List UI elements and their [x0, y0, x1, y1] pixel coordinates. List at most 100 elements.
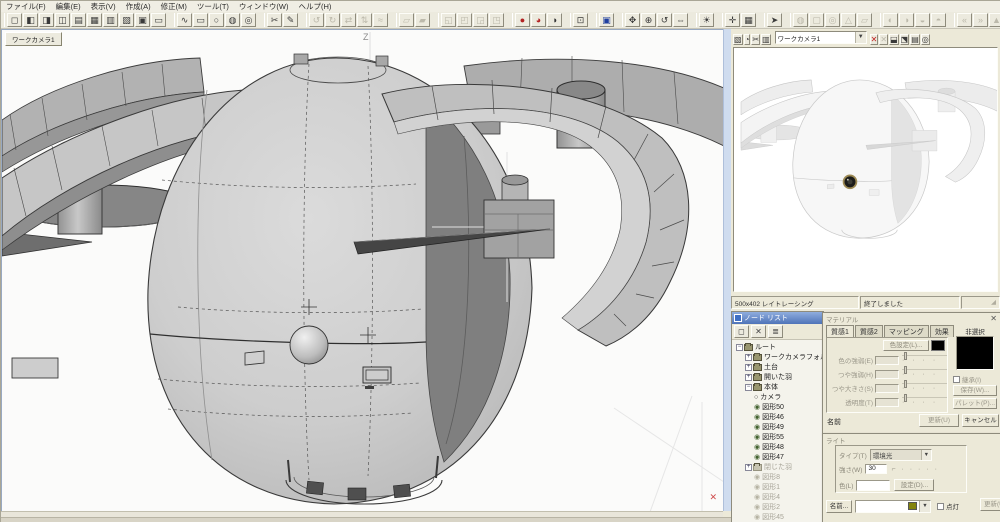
render-settings-icon[interactable]: ◑ — [547, 13, 562, 27]
slider-value-field[interactable] — [875, 384, 899, 393]
list-mode-icon[interactable]: ≣ — [768, 325, 783, 338]
curve-tool-icon[interactable]: ∿ — [177, 13, 192, 27]
close-icon[interactable]: ✕ — [990, 314, 997, 323]
main-3d-viewport[interactable]: ワークカメラ1 Z — [1, 29, 723, 511]
detach-panel-icon[interactable]: ▥ — [761, 34, 771, 45]
rect-tool-icon[interactable]: ▭ — [193, 13, 208, 27]
abort-render-icon[interactable]: ✂ — [751, 34, 760, 45]
camera-select-dropdown[interactable]: ワークカメラ1▼ — [775, 31, 867, 44]
tree-item-図形48[interactable]: ◉図形48 — [734, 442, 823, 452]
tree-item-開いた羽[interactable]: +開いた羽 — [734, 372, 823, 382]
render-anim-icon[interactable]: ◕ — [531, 13, 546, 27]
open-icon[interactable]: ◧ — [23, 13, 38, 27]
light-color-swatch[interactable] — [856, 480, 890, 491]
tree-expander-icon[interactable]: + — [745, 464, 752, 471]
axis-icon[interactable]: ✛ — [725, 13, 740, 27]
light-icon[interactable]: ☀ — [699, 13, 714, 27]
shading-view-icon[interactable]: ▦ — [87, 13, 102, 27]
menu-修正[interactable]: 修正(M) — [156, 1, 192, 12]
slider-thumb[interactable] — [904, 366, 907, 374]
main-viewport-canvas[interactable]: Z — [2, 30, 723, 511]
collapse-all-icon[interactable]: ◻ — [734, 325, 749, 338]
render-icon[interactable]: ● — [515, 13, 530, 27]
tree-expander-icon[interactable]: − — [736, 344, 743, 351]
slider-thumb[interactable] — [904, 394, 907, 402]
menu-ヘルプ[interactable]: ヘルプ(H) — [293, 1, 336, 12]
tree-expander-icon[interactable]: + — [745, 374, 752, 381]
light-strength-slider[interactable]: ⌐ · · · · · — [891, 466, 938, 473]
panel-splitter[interactable] — [723, 29, 731, 511]
slider-track[interactable]: · · · · — [902, 355, 947, 365]
snapshot-icon[interactable]: ▦ — [741, 13, 756, 27]
copy-image-icon[interactable]: ⬔ — [900, 34, 910, 45]
palette-button[interactable]: パレット(P)... — [953, 398, 997, 409]
light-strength-field[interactable]: 30 — [865, 464, 887, 474]
slider-track[interactable]: · · · · — [902, 397, 947, 407]
brush-tool-icon[interactable]: ✎ — [283, 13, 298, 27]
tab-マッピング[interactable]: マッピング — [884, 325, 929, 337]
save-icon[interactable]: ◨ — [39, 13, 54, 27]
tree-expander-icon[interactable]: + — [745, 354, 752, 361]
tab-質感1[interactable]: 質感1 — [826, 325, 854, 337]
slider-thumb[interactable] — [904, 380, 907, 388]
light-select-combobox[interactable]: ▼ — [855, 500, 931, 513]
slider-value-field[interactable] — [875, 370, 899, 379]
tree-expander-icon[interactable]: + — [745, 364, 752, 371]
menu-表示[interactable]: 表示(V) — [86, 1, 121, 12]
tree-item-図形50[interactable]: ◉図形50 — [734, 402, 823, 412]
close-render-icon[interactable]: ✕ — [870, 34, 879, 45]
camera-settings-icon[interactable]: ▧ — [733, 34, 743, 45]
slider-track[interactable]: · · · · — [902, 369, 947, 379]
rotate-view-icon[interactable]: ↺ — [657, 13, 672, 27]
light-update-button[interactable]: 更新(U) — [980, 498, 1000, 511]
tree-item-図形4[interactable]: ◉図形4 — [734, 492, 823, 502]
menu-ファイル[interactable]: ファイル(F) — [1, 1, 51, 12]
tree-item-図形55[interactable]: ◉図形55 — [734, 432, 823, 442]
memo-icon[interactable]: ▭ — [151, 13, 166, 27]
light-color-set-button[interactable]: 設定(D)... — [894, 479, 934, 491]
tree-expander-icon[interactable]: − — [745, 384, 752, 391]
new-icon[interactable]: ◻ — [7, 13, 22, 27]
save-image-icon[interactable]: ⬓ — [889, 34, 899, 45]
tree-item-図形8[interactable]: ◉図形8 — [734, 472, 823, 482]
wire-view-icon[interactable]: ▥ — [103, 13, 118, 27]
tree-item-図形49[interactable]: ◉図形49 — [734, 422, 823, 432]
material-editor-icon[interactable]: ▣ — [599, 13, 614, 27]
inherit-checkbox[interactable] — [953, 376, 960, 383]
tree-item-土台[interactable]: +土台 — [734, 362, 823, 372]
list-view-icon[interactable]: ▤ — [71, 13, 86, 27]
slider-thumb[interactable] — [904, 352, 907, 360]
pan-view-icon[interactable]: ⇔ — [673, 13, 688, 27]
update-button[interactable]: 更新(U) — [919, 414, 959, 427]
light-name-button[interactable]: 名前... — [826, 500, 852, 513]
move-view-icon[interactable]: ✥ — [625, 13, 640, 27]
circle-tool-icon[interactable]: ○ — [209, 13, 224, 27]
tree-item-ワークカメラフォルダ[interactable]: +ワークカメラフォルダ — [734, 352, 823, 362]
quad-view-icon[interactable]: ▣ — [135, 13, 150, 27]
save-button[interactable]: 保存(W)... — [953, 385, 997, 396]
print-image-icon[interactable]: ▤ — [910, 34, 920, 45]
menu-ウィンドウ[interactable]: ウィンドウ(W) — [234, 1, 294, 12]
menu-作成[interactable]: 作成(A) — [121, 1, 156, 12]
tree-item-図形46[interactable]: ◉図形46 — [734, 412, 823, 422]
cancel-button[interactable]: キャンセル — [962, 414, 999, 427]
light-type-dropdown[interactable]: 環境光▼ — [870, 449, 932, 461]
tree-item-図形2[interactable]: ◉図形2 — [734, 502, 823, 512]
menu-編集[interactable]: 編集(E) — [51, 1, 86, 12]
color-mini-swatch[interactable] — [931, 340, 945, 351]
preview-zoom-icon[interactable]: ◎ — [921, 34, 930, 45]
work-camera-tab[interactable]: ワークカメラ1 — [5, 32, 62, 46]
slider-track[interactable]: · · · · — [902, 383, 947, 393]
color-set-button[interactable]: 色設定(L)... — [883, 340, 929, 351]
delete-node-icon[interactable]: ✕ — [751, 325, 766, 338]
ellipse-tool-icon[interactable]: ◎ — [241, 13, 256, 27]
zoom-view-icon[interactable]: ⊕ — [641, 13, 656, 27]
tree-item-図形47[interactable]: ◉図形47 — [734, 452, 823, 462]
tab-質感2[interactable]: 質感2 — [855, 325, 883, 337]
menu-ツール[interactable]: ツール(T) — [192, 1, 234, 12]
lit-checkbox[interactable] — [937, 503, 944, 510]
knife-tool-icon[interactable]: ✂ — [267, 13, 282, 27]
tree-item-ルート[interactable]: −ルート — [734, 342, 823, 352]
slider-value-field[interactable] — [875, 356, 899, 365]
tree-item-閉じた羽[interactable]: +閉じた羽 — [734, 462, 823, 472]
